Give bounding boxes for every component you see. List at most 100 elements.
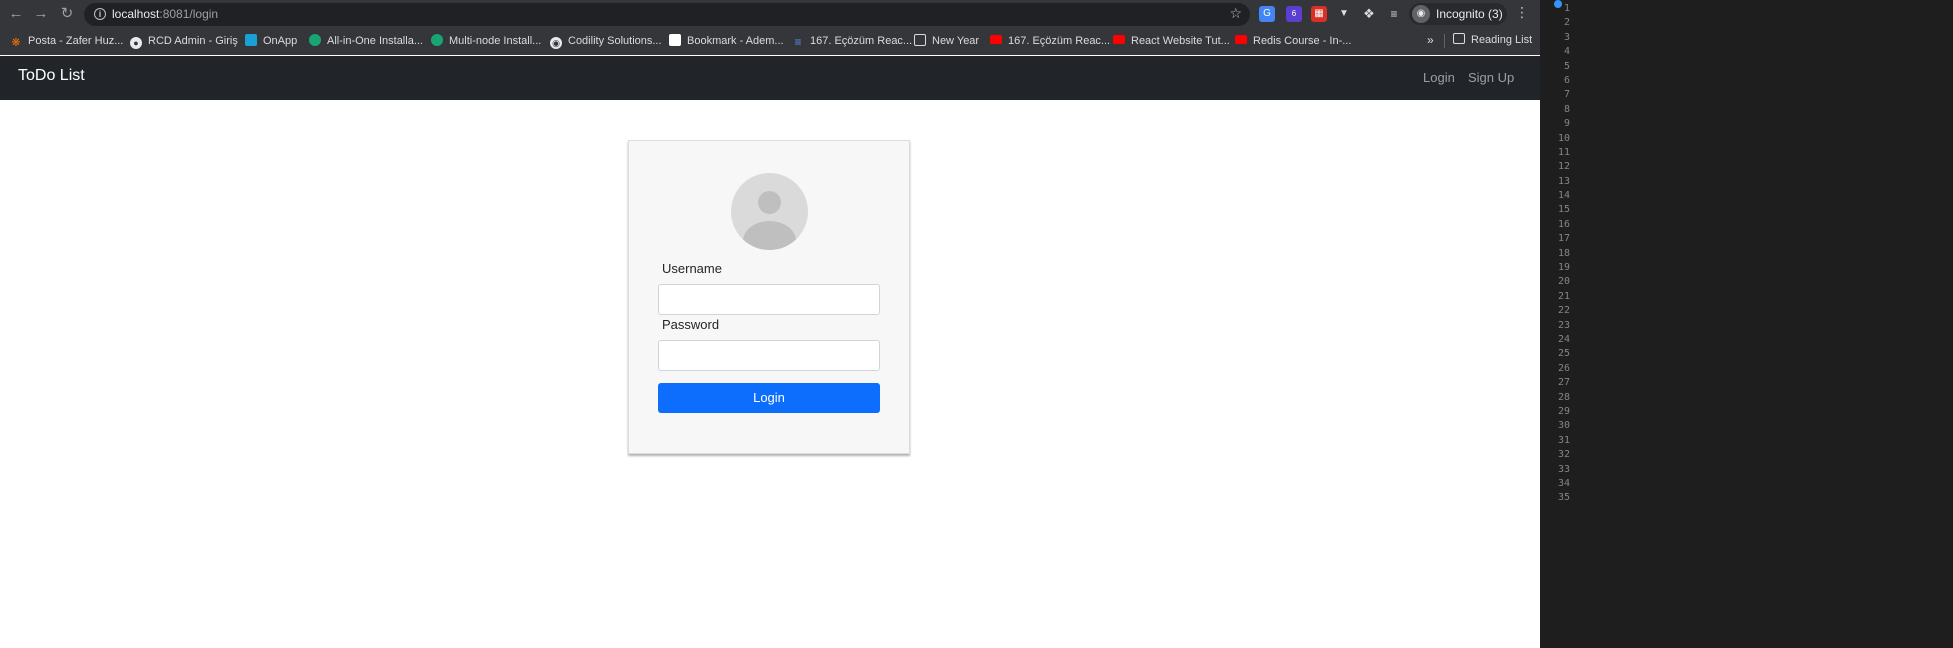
puzzle-extensions-icon[interactable]: ❖: [1361, 6, 1377, 22]
page-content: Username Password Login: [0, 100, 1540, 648]
bookmark-label: New Year: [932, 35, 980, 47]
line-number: 29: [1557, 405, 1570, 417]
line-number: 19: [1557, 262, 1570, 274]
bookmark-item[interactable]: ● RCD Admin - Giriş: [130, 33, 238, 49]
bookmarks-bar: ❋ Posta - Zafer Huz... ● RCD Admin - Giriş…: [0, 29, 1540, 53]
line-number: 10: [1557, 132, 1570, 144]
line-number: 15: [1557, 204, 1570, 216]
bookmark-item[interactable]: Bookmark - Adem...: [669, 33, 784, 49]
code-editor-panel: 1 2 3 4 5 6 7 8 9 10 11 12 13 14 15 16 17 18 19 20 21 22 23 24 2…: [1540, 0, 1953, 648]
app-navbar: ToDo List Login Sign Up: [0, 56, 1540, 100]
incognito-label: Incognito (3): [1436, 7, 1503, 21]
installer-icon: [309, 34, 321, 46]
line-number: 11: [1557, 146, 1570, 158]
bookmark-folder[interactable]: New Year: [914, 33, 979, 49]
line-number: 9: [1563, 118, 1570, 130]
media-controls-icon[interactable]: ≡: [1386, 6, 1402, 22]
line-number: 17: [1557, 233, 1570, 245]
bookmark-item[interactable]: OnApp: [245, 33, 297, 49]
address-url[interactable]: localhost:8081/login: [112, 7, 218, 22]
posta-icon: ❋: [11, 37, 21, 49]
line-number: 34: [1557, 477, 1570, 489]
incognito-icon: ◉: [1412, 5, 1430, 23]
reading-list-button[interactable]: Reading List: [1453, 33, 1532, 46]
line-number: 8: [1563, 103, 1570, 115]
youtube-icon: [1113, 35, 1125, 44]
line-number: 18: [1557, 247, 1570, 259]
url-host: localhost: [112, 7, 160, 21]
bookmark-item[interactable]: ◉ Codility Solutions...: [550, 33, 662, 49]
url-path: :8081/login: [159, 7, 219, 21]
line-number: 24: [1557, 333, 1570, 345]
username-input[interactable]: [658, 284, 880, 315]
bookmark-label: Codility Solutions...: [568, 35, 662, 47]
line-number: 26: [1557, 362, 1570, 374]
username-label: Username: [662, 261, 722, 276]
back-arrow-icon[interactable]: ←: [5, 4, 27, 24]
line-number: 28: [1557, 391, 1570, 403]
bookmark-label: Redis Course - In-...: [1253, 35, 1352, 47]
password-input[interactable]: [658, 340, 880, 371]
onapp-icon: [245, 34, 257, 46]
line-number: 32: [1557, 449, 1570, 461]
line-number: 20: [1557, 276, 1570, 288]
line-number: 5: [1563, 60, 1570, 72]
bookmark-item[interactable]: ≡ 167. Eçözüm Reac...: [792, 33, 912, 49]
reading-list-label: Reading List: [1471, 34, 1533, 46]
bookmark-label: RCD Admin - Giriş: [148, 35, 238, 47]
bookmark-label: React Website Tut...: [1131, 35, 1230, 47]
bookmark-item[interactable]: Multi-node Install...: [431, 33, 541, 49]
github-icon: ◉: [550, 37, 562, 49]
bookmark-item[interactable]: ❋ Posta - Zafer Huz...: [10, 33, 123, 49]
line-number: 30: [1557, 420, 1570, 432]
bookmarks-divider: [1444, 34, 1445, 48]
login-button[interactable]: Login: [658, 383, 880, 413]
line-number: 3: [1563, 31, 1570, 43]
line-number: 33: [1557, 463, 1570, 475]
bookmark-item[interactable]: React Website Tut...: [1113, 33, 1230, 49]
globe-icon: ●: [130, 37, 142, 49]
address-bar[interactable]: i localhost:8081/login ☆: [84, 3, 1250, 26]
bookmark-label: Bookmark - Adem...: [687, 35, 784, 47]
extension-icon[interactable]: 6: [1286, 6, 1302, 22]
line-number: 27: [1557, 377, 1570, 389]
line-number: 25: [1557, 348, 1570, 360]
nav-login-link[interactable]: Login: [1423, 70, 1455, 85]
bookmark-item[interactable]: All-in-One Installa...: [309, 33, 423, 49]
bookmark-star-icon[interactable]: ☆: [1229, 5, 1242, 22]
line-number: 7: [1563, 89, 1570, 101]
extension-badge: 6: [1291, 9, 1297, 18]
reload-icon[interactable]: ↻: [56, 4, 78, 24]
page-icon: [669, 34, 681, 46]
vue-extension-icon[interactable]: ▼: [1336, 6, 1352, 22]
avatar-head: [758, 191, 781, 214]
line-number: 1: [1563, 3, 1570, 14]
forward-arrow-icon[interactable]: →: [30, 4, 52, 24]
installer-icon: [431, 34, 443, 46]
nav-signup-link[interactable]: Sign Up: [1468, 70, 1514, 85]
line-number: 23: [1557, 319, 1570, 331]
youtube-icon: [990, 35, 1002, 44]
more-bookmarks-icon[interactable]: »: [1427, 33, 1434, 47]
line-number: 16: [1557, 218, 1570, 230]
bookmark-label: OnApp: [263, 35, 298, 47]
bookmark-label: 167. Eçözüm Reac...: [1008, 35, 1111, 47]
devtools-extension-icon[interactable]: ▦: [1311, 6, 1327, 22]
youtube-icon: [1235, 35, 1247, 44]
translate-extension-icon[interactable]: G: [1259, 6, 1275, 22]
line-number: 14: [1557, 190, 1570, 202]
navbar-brand[interactable]: ToDo List: [18, 67, 85, 85]
line-number-gutter: 1 2 3 4 5 6 7 8 9 10 11 12 13 14 15 16 17 18 19 20 21 22 23 24 2…: [1540, 2, 1570, 506]
line-number: 2: [1563, 17, 1570, 29]
line-number: 6: [1563, 74, 1570, 86]
incognito-profile[interactable]: ◉ Incognito (3): [1409, 3, 1507, 25]
line-number: 4: [1563, 46, 1570, 58]
bookmark-item[interactable]: Redis Course - In-...: [1235, 33, 1351, 49]
browser-menu-icon[interactable]: ⋮: [1515, 4, 1529, 21]
bookmark-item[interactable]: 167. Eçözüm Reac...: [990, 33, 1110, 49]
lines-icon: ≡: [794, 35, 802, 49]
password-label: Password: [662, 317, 720, 332]
line-number: 13: [1557, 175, 1570, 187]
line-number: 12: [1557, 161, 1570, 173]
site-info-icon[interactable]: i: [94, 8, 106, 20]
